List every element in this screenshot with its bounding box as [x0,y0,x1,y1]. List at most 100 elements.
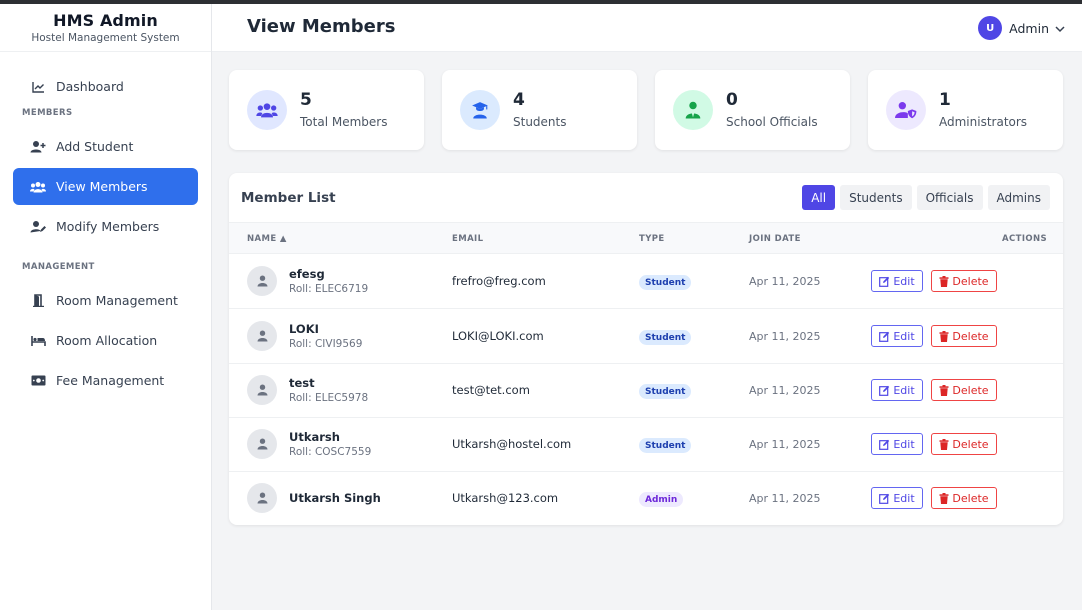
edit-label: Edit [893,383,915,397]
member-name: LOKI [289,322,319,336]
sidebar-item-fee-management[interactable]: Fee Management [13,362,198,399]
table-row: test Roll: ELEC5978 test@tet.com Student… [229,363,1063,418]
money-bill-icon [30,373,46,389]
avatar: U [978,16,1003,40]
stat-value: 4 [513,90,525,110]
sidebar-item-label: Room Management [56,293,178,308]
member-roll: Roll: CIVI9569 [289,338,363,350]
sidebar-item-view-members[interactable]: View Members [13,168,198,205]
user-plus-icon [30,139,46,155]
member-email: LOKI@LOKI.com [452,329,544,343]
edit-icon [879,276,890,287]
user-avatar-icon [247,375,277,405]
column-header-actions: ACTIONS [1002,234,1048,244]
door-icon [30,293,46,309]
member-list-panel: Member List All Students Officials Admin… [229,173,1063,525]
member-email: frefro@freg.com [452,274,546,288]
type-badge: Student [639,275,692,290]
page-title: View Members [247,16,396,37]
filter-all-button[interactable]: All [802,185,836,210]
table-row: LOKI Roll: CIVI9569 LOKI@LOKI.com Studen… [229,309,1063,364]
brand-subtitle: Hostel Management System [31,32,180,44]
delete-button[interactable]: Delete [931,487,997,509]
sidebar-item-modify-members[interactable]: Modify Members [13,208,198,245]
sidebar-item-label: Modify Members [56,219,160,234]
filter-admins-button[interactable]: Admins [987,185,1050,210]
edit-label: Edit [893,437,915,451]
user-avatar-icon [247,429,277,459]
delete-label: Delete [952,383,989,397]
sidebar-section-members: MEMBERS [22,108,73,118]
sidebar: HMS Admin Hostel Management System Dashb… [0,4,212,610]
table-row: efesg Roll: ELEC6719 frefro@freg.com Stu… [229,254,1063,309]
column-header-name[interactable]: NAME ▲ [247,234,287,244]
edit-button[interactable]: Edit [871,379,923,401]
sidebar-item-label: Room Allocation [56,333,158,348]
stat-value: 0 [726,90,738,110]
delete-button[interactable]: Delete [931,379,997,401]
sidebar-item-label: Fee Management [56,373,165,388]
user-avatar-icon [247,266,277,296]
sidebar-nav: Dashboard MEMBERS Add Student View Membe… [0,52,211,399]
chart-line-icon [30,79,46,95]
panel-title: Member List [241,190,336,206]
delete-label: Delete [952,329,989,343]
user-avatar-icon [247,483,277,513]
join-date: Apr 11, 2025 [749,492,821,505]
type-badge: Student [639,438,692,453]
stat-card-students: 4 Students [442,70,637,150]
brand: HMS Admin Hostel Management System [0,4,211,52]
sidebar-item-label: View Members [56,179,148,194]
users-icon [247,90,287,130]
edit-button[interactable]: Edit [871,325,923,347]
delete-label: Delete [952,274,989,288]
brand-title: HMS Admin [53,11,158,30]
edit-icon [879,439,890,450]
edit-icon [879,331,890,342]
stat-card-total-members: 5 Total Members [229,70,424,150]
trash-icon [939,384,949,396]
type-badge: Student [639,384,692,399]
member-name: test [289,376,315,390]
member-roll: Roll: ELEC6719 [289,283,369,295]
stat-label: School Officials [726,115,818,129]
user-menu[interactable]: U Admin [978,16,1065,40]
stat-card-school-officials: 0 School Officials [655,70,850,150]
sidebar-item-label: Add Student [56,139,134,154]
edit-label: Edit [893,274,915,288]
edit-button[interactable]: Edit [871,433,923,455]
trash-icon [939,438,949,450]
trash-icon [939,330,949,342]
top-header: View Members U Admin [212,4,1082,52]
stats-cards: 5 Total Members 4 Students 0 School Offi… [229,70,1063,150]
delete-button[interactable]: Delete [931,325,997,347]
sidebar-item-dashboard[interactable]: Dashboard [13,68,198,105]
delete-label: Delete [952,491,989,505]
chevron-down-icon [1055,21,1065,36]
delete-label: Delete [952,437,989,451]
member-name: Utkarsh [289,430,340,444]
edit-button[interactable]: Edit [871,487,923,509]
sidebar-item-room-management[interactable]: Room Management [13,282,198,319]
member-name: Utkarsh Singh [289,491,381,505]
type-badge: Admin [639,492,684,507]
column-header-join-date: JOIN DATE [749,234,801,244]
filter-group: All Students Officials Admins [797,185,1050,210]
sidebar-item-add-student[interactable]: Add Student [13,128,198,165]
column-header-type: TYPE [639,234,665,244]
official-icon [673,90,713,130]
bed-icon [30,333,46,349]
user-name: Admin [1009,20,1049,36]
filter-officials-button[interactable]: Officials [916,185,983,210]
edit-button[interactable]: Edit [871,270,923,292]
join-date: Apr 11, 2025 [749,384,821,397]
trash-icon [939,275,949,287]
table-row: Utkarsh Singh Utkarsh@123.com Admin Apr … [229,471,1063,526]
sidebar-item-room-allocation[interactable]: Room Allocation [13,322,198,359]
join-date: Apr 11, 2025 [749,275,821,288]
user-avatar-icon [247,321,277,351]
delete-button[interactable]: Delete [931,270,997,292]
stat-label: Students [513,115,567,129]
filter-students-button[interactable]: Students [840,185,912,210]
delete-button[interactable]: Delete [931,433,997,455]
